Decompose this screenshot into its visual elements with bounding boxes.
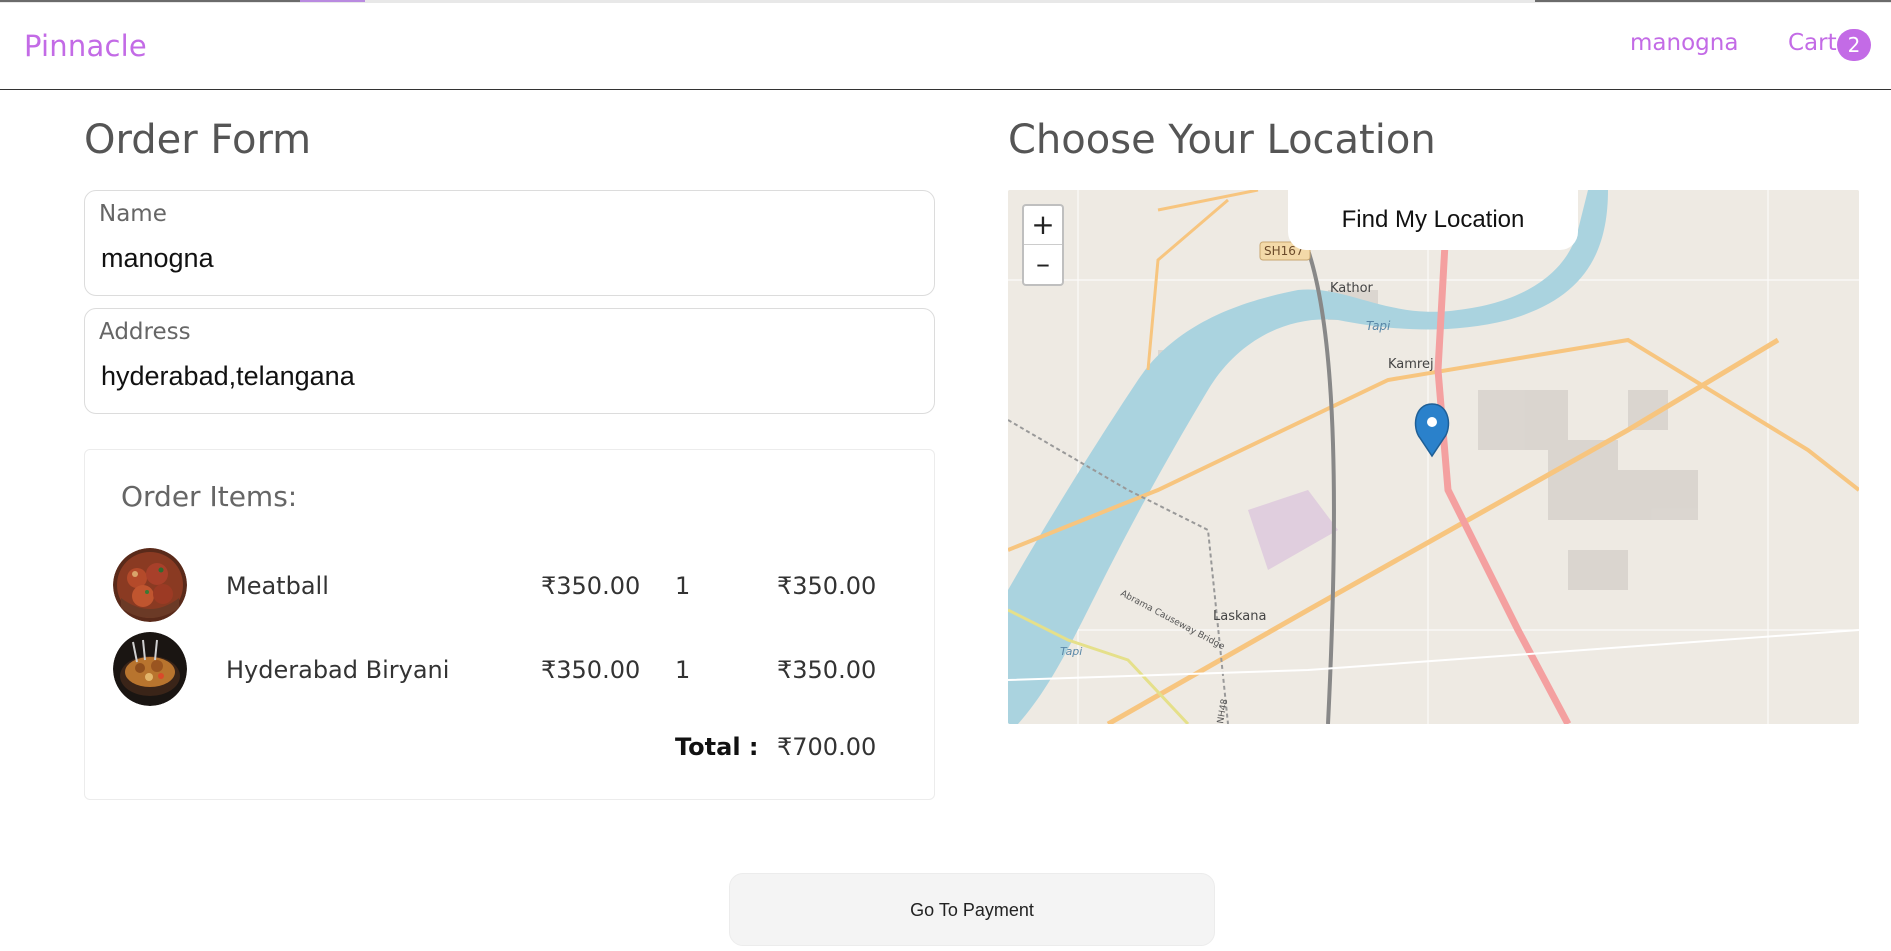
- order-items-title: Order Items:: [121, 480, 298, 513]
- order-item-row: Hyderabad Biryani ₹350.00 1 ₹350.00: [85, 632, 936, 708]
- brand-logo-link[interactable]: Pinnacle: [24, 29, 147, 63]
- name-input[interactable]: [101, 243, 901, 274]
- location-map[interactable]: Kathor Kamrej Laskana Tapi Tapi SH167 Ab…: [1008, 190, 1859, 724]
- map-tiles: Kathor Kamrej Laskana Tapi Tapi SH167 Ab…: [1008, 190, 1859, 724]
- order-total-value: ₹700.00: [777, 733, 877, 761]
- user-link[interactable]: manogna: [1630, 30, 1738, 56]
- map-label-kamrej: Kamrej: [1388, 357, 1434, 372]
- zoom-out-button[interactable]: –: [1024, 245, 1062, 284]
- address-label: Address: [99, 319, 191, 345]
- address-field: Address: [84, 308, 935, 414]
- map-label-laskana: Laskana: [1213, 609, 1266, 624]
- navbar: Pinnacle manogna Cart 2: [0, 3, 1891, 90]
- map-label-kathor: Kathor: [1330, 281, 1374, 296]
- item-total: ₹350.00: [777, 572, 877, 600]
- item-name: Hyderabad Biryani: [226, 656, 450, 684]
- item-name: Meatball: [226, 572, 329, 600]
- meatball-dish-icon: [113, 548, 187, 622]
- order-item-row: Meatball ₹350.00 1 ₹350.00: [85, 548, 936, 624]
- map-section-title: Choose Your Location: [1008, 117, 1436, 163]
- svg-text:Tapi: Tapi: [1060, 645, 1082, 658]
- progress-segment-accent: [300, 0, 365, 2]
- order-total-label: Total :: [675, 733, 759, 761]
- name-field: Name: [84, 190, 935, 296]
- cart-link[interactable]: Cart: [1788, 30, 1837, 56]
- item-price: ₹350.00: [541, 572, 641, 600]
- map-zoom-control: + –: [1022, 204, 1064, 286]
- order-form-title: Order Form: [84, 117, 312, 163]
- order-items-card: Order Items: Meatball ₹350.00 1 ₹350.00: [84, 449, 935, 800]
- cart-count-badge[interactable]: 2: [1837, 29, 1871, 61]
- zoom-in-button[interactable]: +: [1024, 206, 1062, 245]
- biryani-dish-icon: [113, 632, 187, 706]
- svg-text:Tapi: Tapi: [1366, 319, 1391, 333]
- progress-segment: [1535, 0, 1891, 2]
- name-label: Name: [99, 201, 167, 227]
- address-input[interactable]: [101, 361, 901, 392]
- item-quantity: 1: [675, 572, 691, 600]
- item-quantity: 1: [675, 656, 691, 684]
- find-my-location-button[interactable]: Find My Location: [1288, 190, 1578, 250]
- go-to-payment-button[interactable]: Go To Payment: [729, 873, 1215, 946]
- item-total: ₹350.00: [777, 656, 877, 684]
- item-price: ₹350.00: [541, 656, 641, 684]
